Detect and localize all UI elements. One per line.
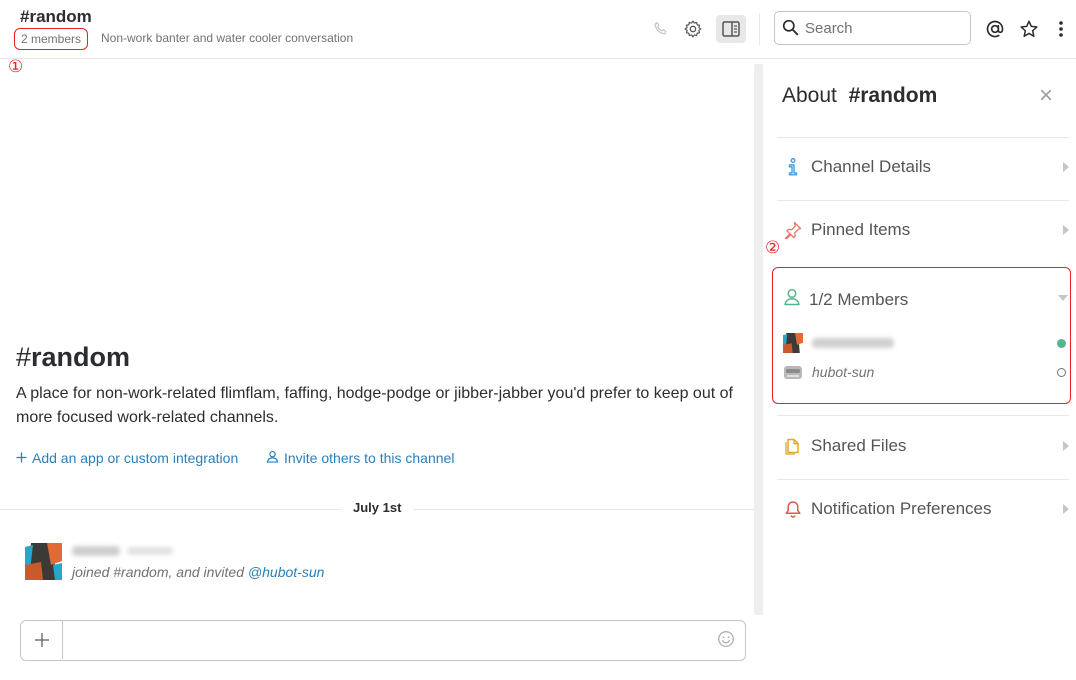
intro-channel-name: random	[31, 342, 131, 372]
invite-label: Invite others to this channel	[284, 450, 455, 466]
invite-link[interactable]: Invite others to this channel	[266, 450, 454, 466]
section-divider	[777, 415, 1069, 416]
channel-details-sidebar: About #random × Channel Details Pinned I…	[763, 60, 1076, 680]
members-section-header[interactable]: 1/2 Members	[783, 288, 908, 311]
member-row[interactable]: hubot-sun	[783, 362, 1068, 382]
files-icon	[783, 436, 803, 456]
presence-away-icon	[1057, 368, 1066, 377]
pin-icon	[783, 220, 803, 240]
bot-avatar	[783, 362, 803, 382]
presence-active-icon	[1057, 339, 1066, 348]
section-label: Shared Files	[811, 436, 907, 455]
gear-icon[interactable]	[678, 15, 708, 43]
star-icon[interactable]	[1014, 15, 1044, 43]
section-label: Channel Details	[811, 157, 932, 176]
sidebar-toggle-icon[interactable]	[716, 15, 746, 43]
chevron-right-icon	[1063, 225, 1069, 235]
message-pane: #random A place for non-work-related fli…	[0, 60, 755, 680]
bell-icon	[783, 499, 803, 519]
avatar	[783, 333, 803, 353]
phone-icon[interactable]	[646, 15, 676, 43]
channel-intro-description: A place for non-work-related flimflam, f…	[16, 385, 733, 426]
member-name: hubot-sun	[812, 364, 875, 380]
sidebar-title-prefix: About	[782, 84, 837, 107]
message-avatar[interactable]	[25, 543, 62, 580]
plus-icon	[16, 450, 27, 466]
intro-hash: #	[16, 342, 32, 372]
member-icon	[783, 288, 801, 311]
attach-plus-button[interactable]	[21, 621, 63, 659]
more-icon[interactable]	[1046, 15, 1076, 43]
members-count-link[interactable]: 2 members	[14, 28, 89, 50]
plus-icon	[34, 633, 49, 647]
section-pinned-items[interactable]: Pinned Items	[777, 201, 1069, 259]
message-pane-scrollbar[interactable]	[754, 64, 763, 615]
search-box[interactable]	[774, 11, 971, 45]
section-notification-preferences[interactable]: Notification Preferences	[777, 480, 1069, 538]
info-icon	[783, 157, 803, 177]
section-label: Notification Preferences	[811, 499, 992, 518]
search-input[interactable]	[805, 18, 965, 38]
message-text-prefix: joined #random, and invited	[72, 564, 248, 580]
section-label: 1/2 Members	[809, 289, 909, 309]
message-timestamp-redacted[interactable]	[127, 547, 173, 555]
channel-header: #random 2 members Non-work banter and wa…	[0, 0, 1076, 59]
channel-intro-title: #random	[16, 342, 130, 373]
close-icon[interactable]: ×	[1039, 84, 1053, 108]
section-channel-details[interactable]: Channel Details	[777, 138, 1069, 196]
section-label: Pinned Items	[811, 220, 911, 239]
chevron-right-icon	[1063, 504, 1069, 514]
day-divider-label: July 1st	[341, 500, 414, 515]
chevron-down-icon[interactable]	[1058, 295, 1068, 301]
sidebar-title-channel: #random	[848, 84, 938, 107]
message-text: joined #random, and invited @hubot-sun	[72, 564, 324, 580]
search-icon	[782, 19, 799, 41]
member-row[interactable]	[783, 333, 1068, 353]
member-name-redacted	[812, 338, 894, 348]
mentions-icon[interactable]	[980, 15, 1010, 43]
message-composer[interactable]	[20, 620, 746, 661]
chevron-right-icon	[1063, 441, 1069, 451]
add-app-link[interactable]: Add an app or custom integration	[16, 450, 238, 466]
message-author-redacted[interactable]	[72, 546, 120, 556]
emoji-icon[interactable]	[717, 630, 735, 653]
user-icon	[266, 450, 279, 466]
message-input[interactable]	[71, 629, 711, 651]
section-shared-files[interactable]: Shared Files	[777, 417, 1069, 475]
header-divider	[759, 13, 760, 45]
chevron-right-icon	[1063, 162, 1069, 172]
annotation-marker-2: ②	[765, 238, 781, 257]
section-members: 1/2 Members hubot-sun	[772, 267, 1071, 404]
channel-purpose[interactable]: Non-work banter and water cooler convers…	[101, 31, 353, 45]
channel-title[interactable]: #random	[20, 7, 92, 27]
sidebar-title: About #random	[782, 84, 937, 108]
add-app-label: Add an app or custom integration	[32, 450, 239, 466]
user-mention-link[interactable]: @hubot-sun	[248, 564, 324, 580]
